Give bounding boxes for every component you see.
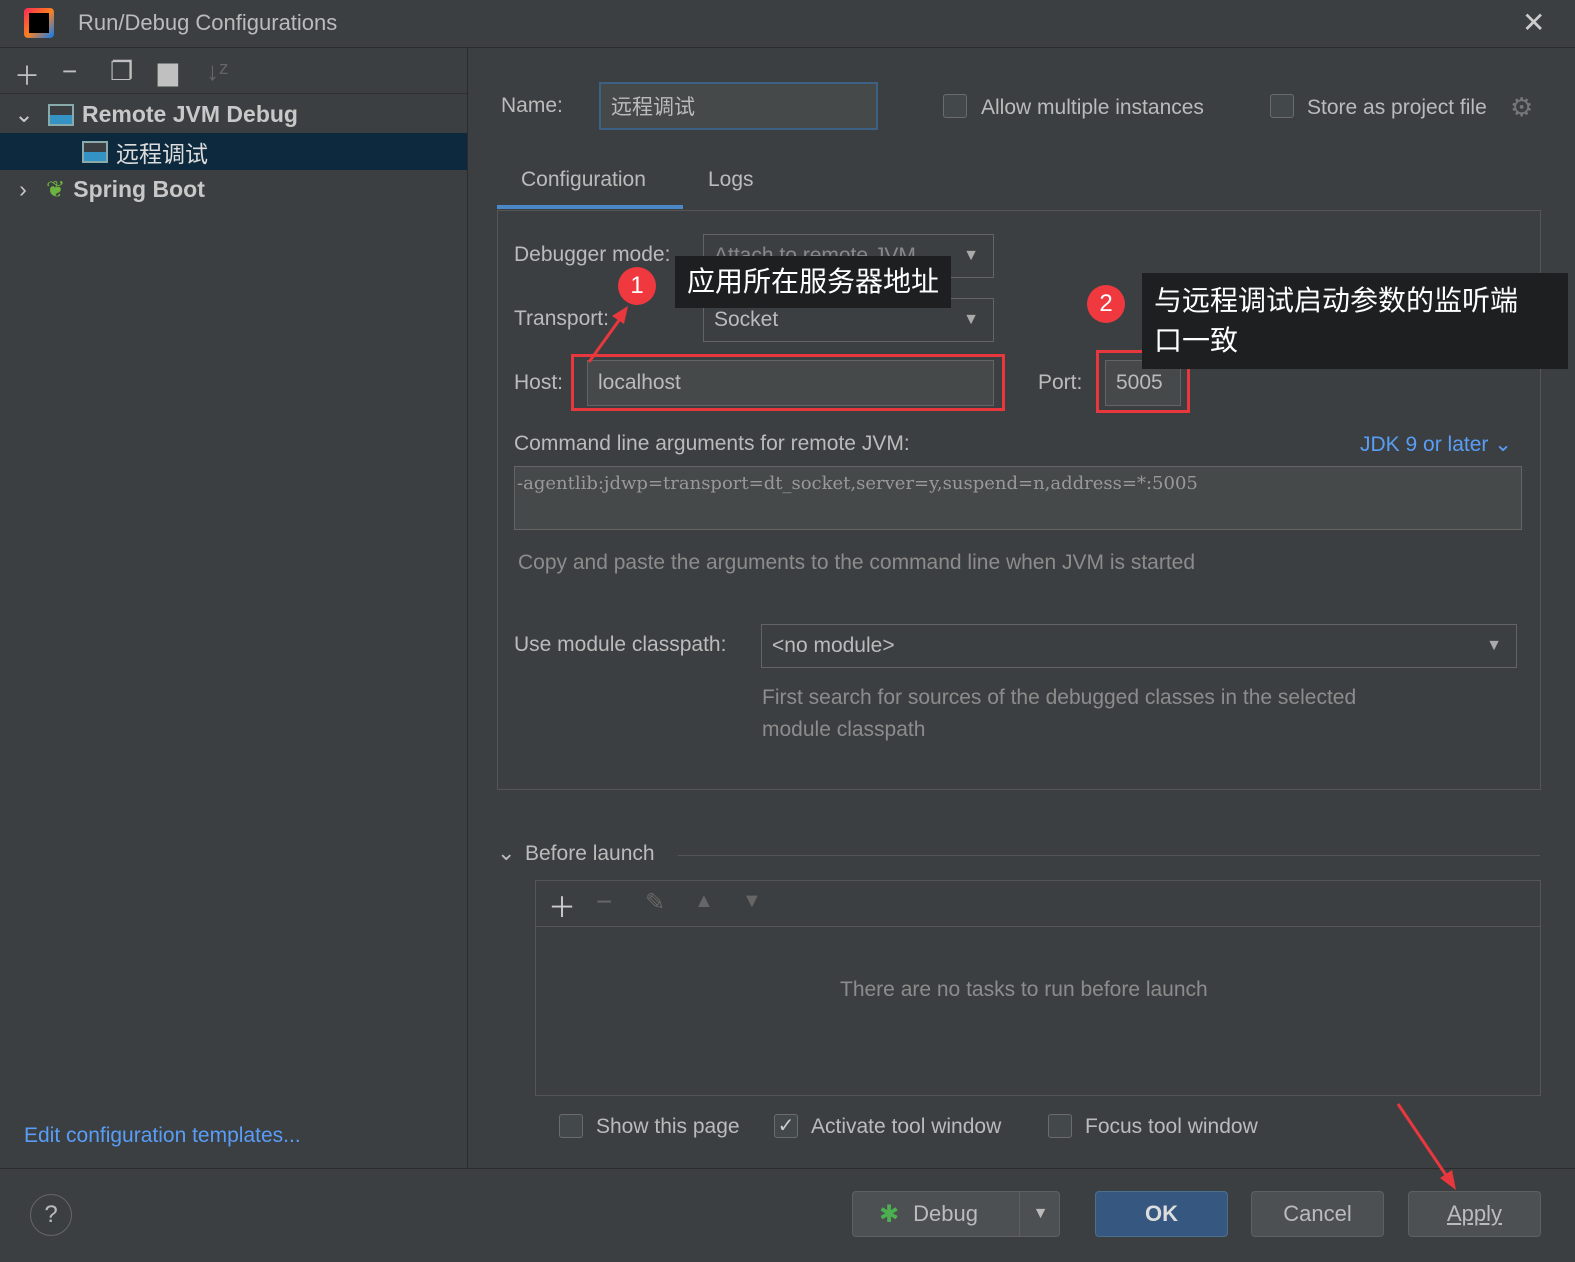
- arrow-to-apply: [1396, 1103, 1454, 1185]
- annotation-arrows: [587, 306, 1456, 1190]
